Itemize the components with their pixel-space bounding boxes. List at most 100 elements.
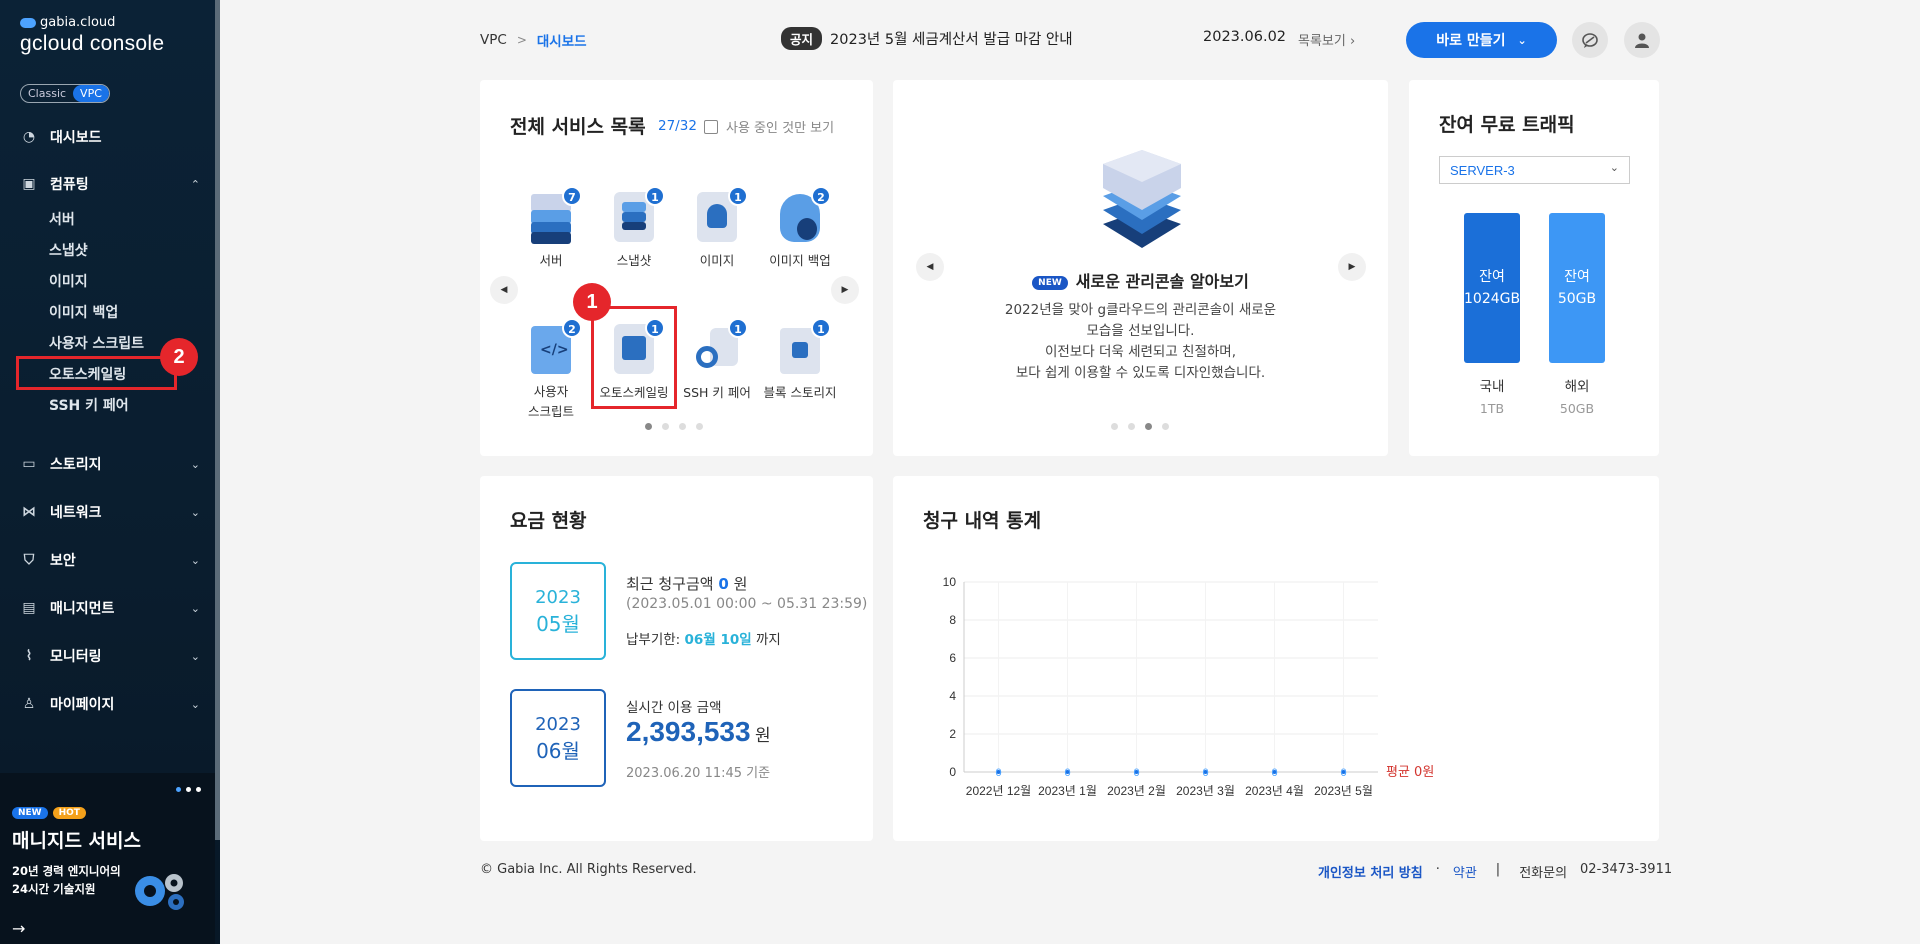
news-slider: ◀ ▶ NEW 새로운 관리콘솔 알아보기 2022년을 맞아 g클라우드의 관리… [893, 80, 1388, 456]
mode-toggle[interactable]: Classic VPC [20, 84, 110, 103]
logo[interactable]: gabia.cloud gcloud console [20, 15, 164, 56]
terms-link[interactable]: 약관 [1453, 862, 1477, 881]
service-label: 이미지 백업 [769, 253, 831, 268]
recent-billing-label: 최근 청구금액 [626, 575, 714, 593]
promo-banner[interactable]: NEW HOT 매니지드 서비스 20년 경력 엔지니어의 24시간 기술지원 … [0, 773, 215, 944]
notice-list-link[interactable]: 목록보기 › [1298, 30, 1355, 49]
chevron-up-icon: ⌃ [190, 177, 200, 191]
service-server[interactable]: 7 서버 [512, 186, 590, 269]
sidebar-scrollbar[interactable] [215, 0, 220, 840]
notice-list-label: 목록보기 [1298, 34, 1346, 49]
highlight-autoscaling-service [591, 306, 677, 409]
profile-icon[interactable] [1624, 22, 1660, 58]
create-button[interactable]: 바로 만들기 ⌄ [1406, 22, 1557, 58]
in-use-filter[interactable]: 사용 중인 것만 보기 [704, 117, 834, 136]
service-label: 이미지 [699, 253, 735, 268]
slide-desc-line: 이전보다 더욱 세련되고 친절하며, [1044, 344, 1237, 360]
billing-card: 요금 현황 2023 05월 최근 청구금액 0 원 (2023.05.01 0… [480, 476, 873, 841]
service-label: SSH 키 페어 [683, 385, 751, 400]
notice[interactable]: 공지 2023년 5월 세금계산서 발급 마감 안내 [781, 27, 1073, 50]
sidebar-item-image[interactable]: 이미지 [49, 271, 88, 291]
domestic-label: 국내 [1479, 379, 1505, 395]
next-arrow-icon[interactable]: ▶ [831, 276, 859, 304]
checkbox[interactable] [704, 119, 718, 134]
arrow-right-icon[interactable]: → [12, 919, 25, 938]
server-icon: 7 [526, 186, 582, 246]
sidebar-item-server[interactable]: 서버 [49, 209, 75, 229]
service-ssh-keypair[interactable]: 1 SSH 키 페어 [678, 318, 756, 401]
domestic-bar: 잔여 1024GB [1464, 213, 1520, 363]
slide-title[interactable]: NEW 새로운 관리콘솔 알아보기 [893, 268, 1388, 292]
key-icon: 1 [692, 318, 748, 378]
sidebar-item-user-script[interactable]: 사용자 스크립트 [49, 333, 144, 353]
service-snapshot[interactable]: 1 스냅샷 [595, 186, 673, 269]
nav-mypage[interactable]: ♙ 마이페이지 ⌄ [20, 693, 200, 715]
nav-dashboard[interactable]: ◔ 대시보드 [20, 126, 200, 148]
domestic-total: 1TB [1479, 401, 1505, 416]
overseas-label: 해외 [1564, 379, 1590, 395]
management-icon: ▤ [22, 600, 36, 616]
billing-chart-card: 청구 내역 통계 0 2 4 6 8 10 2022년 12월 2023년 1월 2023년 2… [893, 476, 1659, 841]
promo-pager[interactable] [176, 787, 201, 792]
traffic-title: 잔여 무료 트래픽 [1439, 114, 1575, 136]
chat-icon[interactable] [1572, 22, 1608, 58]
toggle-vpc[interactable]: VPC [73, 85, 109, 102]
toggle-classic[interactable]: Classic [21, 85, 73, 102]
nav-computing-label: 컴퓨팅 [50, 177, 89, 193]
nav-management[interactable]: ▤ 매니지먼트 ⌄ [20, 597, 200, 619]
service-block-storage[interactable]: 1 블록 스토리지 [761, 318, 839, 401]
services-pager[interactable] [645, 423, 703, 430]
network-icon: ⋈ [22, 504, 36, 520]
server-select-value: SERVER-3 [1450, 163, 1515, 178]
console-stack-icon [1103, 150, 1181, 248]
sidebar-item-snapshot[interactable]: 스냅샷 [49, 240, 88, 260]
nav-monitoring[interactable]: ⌇ 모니터링 ⌄ [20, 645, 200, 667]
nav-storage[interactable]: ▭ 스토리지 ⌄ [20, 453, 200, 475]
overseas-bar: 잔여 50GB [1549, 213, 1605, 363]
billing-chart: 0 2 4 6 8 10 2022년 12월 2023년 1월 2023년 2월 2023년 3월… [943, 575, 1435, 798]
service-image[interactable]: 1 이미지 [678, 186, 756, 269]
y-tick-label: 6 [949, 651, 956, 665]
nav-network[interactable]: ⋈ 네트워크 ⌄ [20, 501, 200, 523]
sidebar-item-ssh-keypair[interactable]: SSH 키 페어 [49, 395, 129, 415]
nav-network-label: 네트워크 [50, 505, 102, 521]
breadcrumb-root[interactable]: VPC [480, 32, 507, 48]
service-image-backup[interactable]: 2 이미지 백업 [761, 186, 839, 269]
shield-icon: ⛉ [23, 552, 35, 568]
promo-line2: 24시간 기술지원 [12, 882, 96, 896]
slide-desc-line: 보다 쉽게 이용할 수 있도록 디자인했습니다. [1015, 365, 1266, 381]
hot-tag: HOT [52, 807, 86, 819]
overseas-bar-value: 50GB [1557, 291, 1597, 307]
promo-line1: 20년 경력 엔지니어의 [12, 864, 121, 878]
realtime-amount: 2,393,533 원 [626, 716, 771, 748]
notice-text[interactable]: 2023년 5월 세금계산서 발급 마감 안내 [830, 28, 1073, 49]
won-unit: 원 [733, 575, 748, 593]
server-select[interactable]: SERVER-3 ⌄ [1439, 156, 1630, 184]
slider-pager[interactable] [1111, 423, 1169, 430]
nav-security[interactable]: ⛉ 보안 ⌄ [20, 549, 200, 571]
data-label: 0 [1133, 767, 1139, 779]
gauge-icon: ◔ [22, 129, 36, 145]
sidebar-item-image-backup[interactable]: 이미지 백업 [49, 302, 118, 322]
nav-monitoring-label: 모니터링 [50, 649, 102, 665]
nav-dashboard-label: 대시보드 [50, 130, 102, 146]
services-title: 전체 서비스 목록 [510, 116, 646, 138]
services-card: 전체 서비스 목록 27/32 사용 중인 것만 보기 ◀ ▶ 7 서버 1 스… [480, 80, 873, 456]
nav-computing[interactable]: ▣ 컴퓨팅 ⌃ [20, 173, 200, 195]
monitor-icon: ⌇ [25, 648, 33, 664]
phone-number: 02-3473-3911 [1580, 862, 1673, 877]
realtime-basis: 2023.06.20 11:45 기준 [626, 766, 771, 781]
chevron-down-icon: ⌄ [190, 505, 200, 519]
privacy-link[interactable]: 개인정보 처리 방침 [1318, 862, 1423, 881]
data-label: 0 [1064, 767, 1070, 779]
due-suffix: 까지 [755, 632, 781, 648]
prev-arrow-icon[interactable]: ◀ [490, 276, 518, 304]
service-user-script[interactable]: </> 2 사용자 스크립트 [512, 318, 590, 422]
due-label: 납부기한: [626, 632, 681, 648]
service-count-badge: 1 [728, 318, 748, 338]
x-tick-label: 2023년 1월 [1038, 784, 1097, 798]
cloud-icon [20, 17, 36, 28]
new-tag: NEW [1032, 275, 1068, 290]
month-box-june: 2023 06월 [510, 689, 606, 787]
highlight-autoscaling-menu [16, 356, 177, 390]
